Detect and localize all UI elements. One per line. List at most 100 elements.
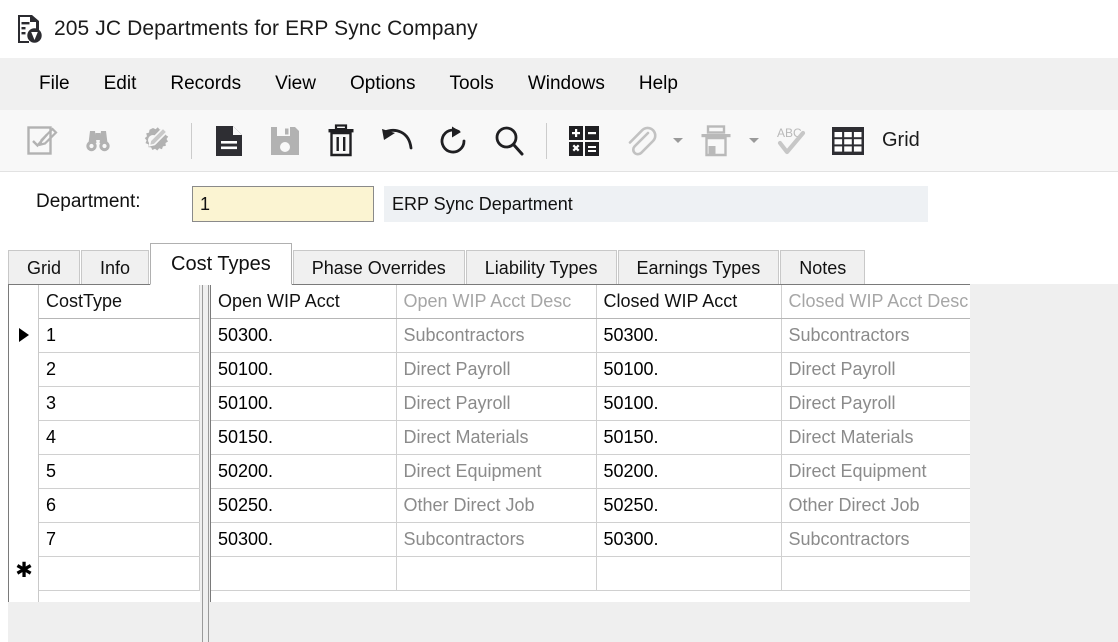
cell-closed-wip-acct-desc[interactable]: Direct Payroll bbox=[781, 386, 970, 421]
cell-closed-wip-acct[interactable]: 50100. bbox=[596, 386, 782, 421]
menu-item-tools[interactable]: Tools bbox=[432, 67, 510, 101]
undo-button[interactable] bbox=[369, 115, 425, 167]
table-row[interactable]: 50150. Direct Materials 50150. Direct Mater… bbox=[211, 420, 970, 455]
table-row[interactable]: 4 bbox=[39, 420, 200, 455]
table-row[interactable]: 2 bbox=[39, 352, 200, 387]
table-row[interactable]: 50250. Other Direct Job 50250. Other Direct… bbox=[211, 488, 970, 523]
cell-closed-wip-acct[interactable]: 50300. bbox=[596, 522, 782, 557]
menu-item-view[interactable]: View bbox=[258, 67, 333, 101]
search-button[interactable] bbox=[481, 115, 537, 167]
print-button[interactable] bbox=[688, 115, 744, 167]
cell-open-wip-acct-desc[interactable]: Direct Materials bbox=[396, 420, 597, 455]
calculator-button[interactable] bbox=[556, 115, 612, 167]
table-row[interactable]: 5 bbox=[39, 454, 200, 489]
table-row[interactable]: 3 bbox=[39, 386, 200, 421]
department-label: Department: bbox=[36, 191, 141, 212]
cell-closed-wip-acct[interactable] bbox=[596, 556, 782, 591]
cell-closed-wip-acct-desc[interactable]: Direct Equipment bbox=[781, 454, 970, 489]
cell-cost-type[interactable]: 7 bbox=[39, 522, 200, 557]
tab-info[interactable]: Info bbox=[81, 250, 150, 284]
delete-record-button[interactable] bbox=[313, 115, 369, 167]
cell-cost-type[interactable]: 3 bbox=[39, 386, 200, 421]
cell-open-wip-acct[interactable]: 50300. bbox=[211, 318, 397, 353]
cell-open-wip-acct-desc[interactable] bbox=[396, 556, 597, 591]
menu-item-file[interactable]: File bbox=[22, 67, 87, 101]
grid-row-selector-column bbox=[9, 285, 39, 602]
cell-closed-wip-acct[interactable]: 50150. bbox=[596, 420, 782, 455]
tab-liability-types[interactable]: Liability Types bbox=[465, 250, 617, 284]
cell-closed-wip-acct-desc[interactable] bbox=[781, 556, 970, 591]
cell-open-wip-acct[interactable]: 50250. bbox=[211, 488, 397, 523]
cell-open-wip-acct[interactable]: 50200. bbox=[211, 454, 397, 489]
menu-item-edit[interactable]: Edit bbox=[87, 67, 154, 101]
menu-item-windows[interactable]: Windows bbox=[511, 67, 622, 101]
cell-closed-wip-acct[interactable]: 50300. bbox=[596, 318, 782, 353]
table-row[interactable]: 1 bbox=[39, 318, 200, 353]
tab-grid[interactable]: Grid bbox=[8, 250, 81, 284]
cell-open-wip-acct-desc[interactable]: Other Direct Job bbox=[396, 488, 597, 523]
cell-open-wip-acct[interactable] bbox=[211, 556, 397, 591]
column-header-cost-type[interactable]: CostType bbox=[39, 285, 200, 319]
find-button[interactable] bbox=[70, 115, 126, 167]
delete-record-icon bbox=[326, 123, 356, 158]
attachment-button[interactable] bbox=[612, 115, 668, 167]
cell-open-wip-acct-desc[interactable]: Direct Equipment bbox=[396, 454, 597, 489]
print-dropdown-arrow[interactable] bbox=[744, 115, 764, 167]
spell-check-button[interactable]: ABC bbox=[764, 115, 820, 167]
column-header-closed-wip-acct[interactable]: Closed WIP Acct bbox=[596, 285, 782, 319]
cell-open-wip-acct-desc[interactable]: Direct Payroll bbox=[396, 386, 597, 421]
cell-closed-wip-acct-desc[interactable]: Other Direct Job bbox=[781, 488, 970, 523]
table-row[interactable]: 50200. Direct Equipment 50200. Direct Equip… bbox=[211, 454, 970, 489]
cell-open-wip-acct[interactable]: 50100. bbox=[211, 386, 397, 421]
tab-earnings-types[interactable]: Earnings Types bbox=[617, 250, 780, 284]
cell-open-wip-acct-desc[interactable]: Subcontractors bbox=[396, 318, 597, 353]
table-row[interactable]: 50300. Subcontractors 50300. Subcontractors bbox=[211, 318, 970, 353]
menu-item-options[interactable]: Options bbox=[333, 67, 432, 101]
cell-cost-type[interactable]: 6 bbox=[39, 488, 200, 523]
grid-view-button[interactable] bbox=[820, 115, 876, 167]
find-settings-button[interactable] bbox=[126, 115, 182, 167]
save-record-button[interactable] bbox=[257, 115, 313, 167]
title-bar: 205 JC Departments for ERP Sync Company bbox=[0, 0, 1118, 58]
menu-item-records[interactable]: Records bbox=[153, 67, 258, 101]
cell-open-wip-acct-desc[interactable]: Direct Payroll bbox=[396, 352, 597, 387]
new-record-button[interactable] bbox=[201, 115, 257, 167]
table-row[interactable]: 50100. Direct Payroll 50100. Direct Payroll bbox=[211, 352, 970, 387]
table-row[interactable] bbox=[39, 556, 200, 591]
tab-phase-overrides[interactable]: Phase Overrides bbox=[292, 250, 465, 284]
menu-item-help[interactable]: Help bbox=[622, 67, 695, 101]
tab-cost-types[interactable]: Cost Types bbox=[150, 243, 292, 285]
cell-open-wip-acct[interactable]: 50300. bbox=[211, 522, 397, 557]
grid-pane-splitter[interactable] bbox=[202, 284, 209, 642]
cell-closed-wip-acct[interactable]: 50250. bbox=[596, 488, 782, 523]
cell-cost-type[interactable]: 5 bbox=[39, 454, 200, 489]
cell-closed-wip-acct-desc[interactable]: Direct Materials bbox=[781, 420, 970, 455]
cell-closed-wip-acct[interactable]: 50200. bbox=[596, 454, 782, 489]
print-icon bbox=[699, 124, 733, 158]
cell-open-wip-acct[interactable]: 50100. bbox=[211, 352, 397, 387]
cell-cost-type[interactable] bbox=[39, 556, 200, 591]
table-row[interactable]: 50300. Subcontractors 50300. Subcontractors bbox=[211, 522, 970, 557]
cell-closed-wip-acct-desc[interactable]: Subcontractors bbox=[781, 522, 970, 557]
tab-notes[interactable]: Notes bbox=[780, 250, 866, 284]
edit-record-button[interactable] bbox=[14, 115, 70, 167]
department-input[interactable] bbox=[192, 186, 374, 222]
column-header-open-wip-acct[interactable]: Open WIP Acct bbox=[211, 285, 397, 319]
cell-cost-type[interactable]: 4 bbox=[39, 420, 200, 455]
cell-closed-wip-acct-desc[interactable]: Direct Payroll bbox=[781, 352, 970, 387]
table-row[interactable]: 50100. Direct Payroll 50100. Direct Payroll bbox=[211, 386, 970, 421]
table-row[interactable]: 6 bbox=[39, 488, 200, 523]
cell-closed-wip-acct-desc[interactable]: Subcontractors bbox=[781, 318, 970, 353]
cell-closed-wip-acct[interactable]: 50100. bbox=[596, 352, 782, 387]
cell-cost-type[interactable]: 2 bbox=[39, 352, 200, 387]
cell-open-wip-acct[interactable]: 50150. bbox=[211, 420, 397, 455]
table-row[interactable]: 7 bbox=[39, 522, 200, 557]
cell-open-wip-acct-desc[interactable]: Subcontractors bbox=[396, 522, 597, 557]
cell-cost-type[interactable]: 1 bbox=[39, 318, 200, 353]
attachment-dropdown-arrow[interactable] bbox=[668, 115, 688, 167]
table-row[interactable] bbox=[211, 556, 970, 591]
column-header-closed-wip-acct-desc[interactable]: Closed WIP Acct Desc bbox=[781, 285, 970, 319]
column-header-open-wip-acct-desc[interactable]: Open WIP Acct Desc bbox=[396, 285, 597, 319]
refresh-button[interactable] bbox=[425, 115, 481, 167]
department-description-field: ERP Sync Department bbox=[384, 186, 928, 222]
